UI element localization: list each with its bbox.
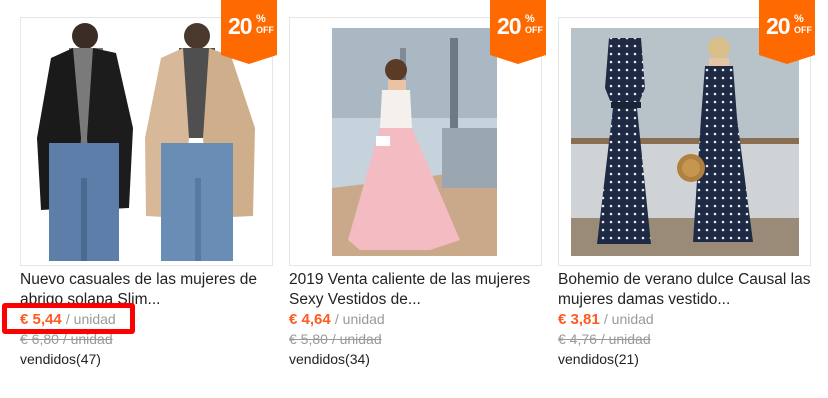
off-label: OFF [525, 25, 543, 35]
product-title[interactable]: Bohemio de verano dulce Causal las mujer… [558, 270, 813, 310]
price-unit: / unidad [334, 311, 385, 327]
discount-percent: 20 [228, 13, 253, 39]
product-price: € 4,64 [289, 311, 331, 328]
original-price: € 5,80 / unidad [289, 331, 382, 347]
percent-sign: % [525, 13, 535, 25]
product-card[interactable]: 20 % OFF Nuevo casuales de las mujeres d… [20, 0, 277, 398]
discount-badge: 20 % OFF [490, 0, 546, 64]
sold-count: vendidos(47) [20, 351, 101, 367]
original-price: € 4,76 / unidad [558, 331, 651, 347]
sold-count: vendidos(21) [558, 351, 639, 367]
discount-percent: 20 [497, 13, 522, 39]
discount-badge: 20 % OFF [221, 0, 277, 64]
sold-count: vendidos(34) [289, 351, 370, 367]
discount-badge: 20 % OFF [759, 0, 815, 64]
product-card[interactable]: 20 % OFF 2019 Venta caliente de las muje… [289, 0, 546, 398]
percent-sign: % [794, 13, 804, 25]
price-row: € 3,81 / unidad [558, 311, 654, 328]
percent-sign: % [256, 13, 266, 25]
product-price: € 3,81 [558, 311, 600, 328]
price-highlight-box [2, 303, 135, 334]
off-label: OFF [794, 25, 812, 35]
off-label: OFF [256, 25, 274, 35]
price-row: € 4,64 / unidad [289, 311, 385, 328]
discount-percent: 20 [766, 13, 791, 39]
product-card[interactable]: 20 % OFF Bohemio de verano dulce Causal … [558, 0, 815, 398]
product-title[interactable]: 2019 Venta caliente de las mujeres Sexy … [289, 270, 544, 310]
price-unit: / unidad [603, 311, 654, 327]
